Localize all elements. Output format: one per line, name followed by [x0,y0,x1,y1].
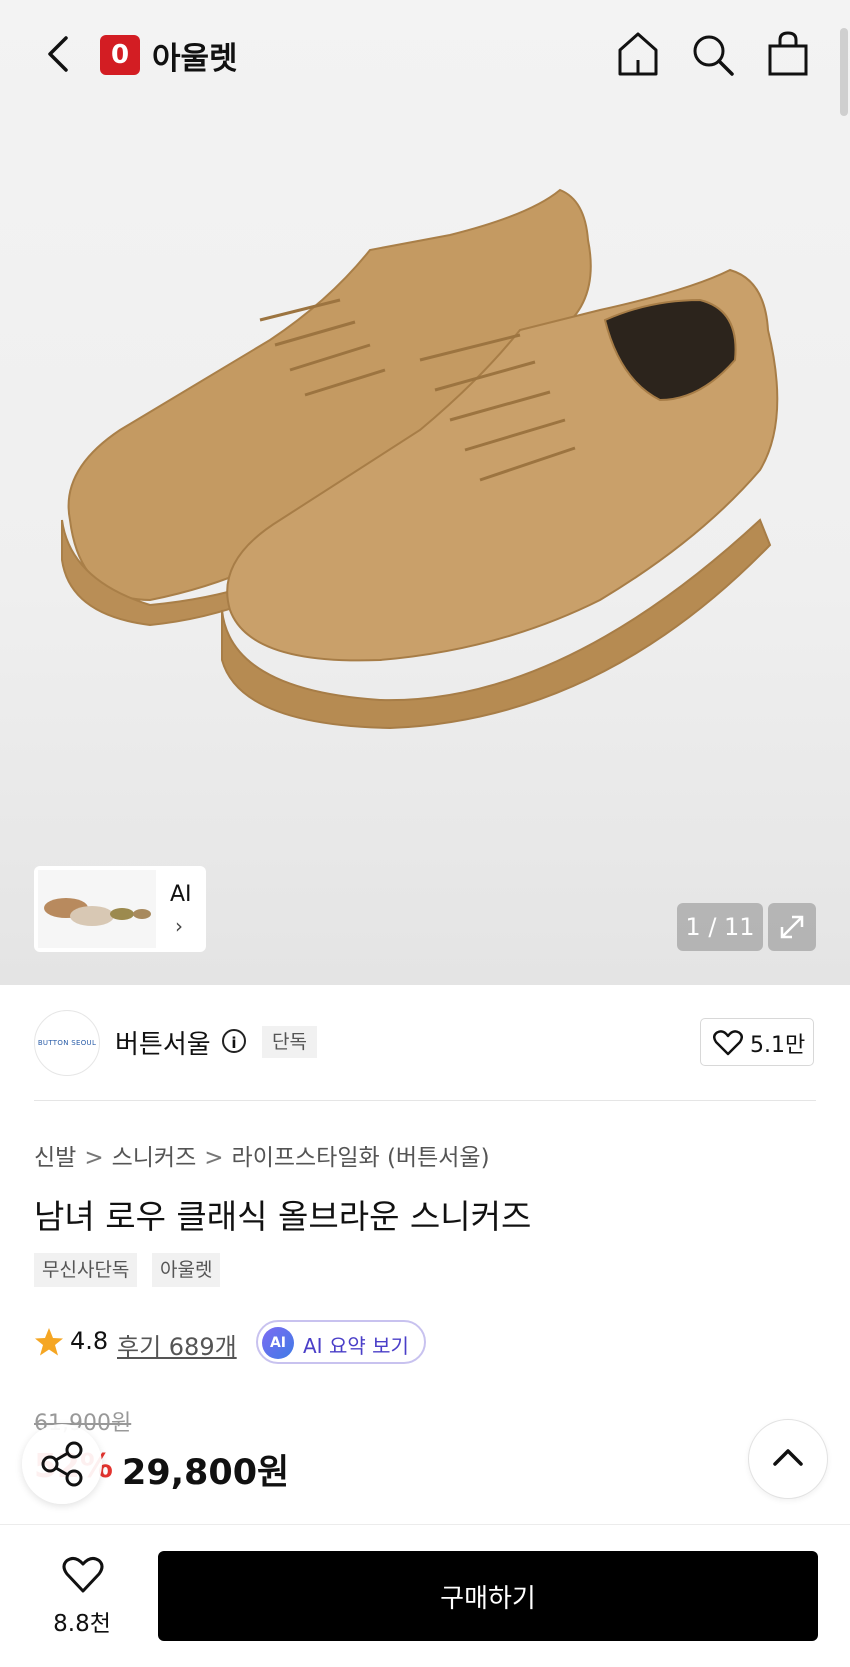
scrollbar-thumb[interactable] [840,28,848,116]
review-link[interactable]: 후기 689개 [117,1327,237,1362]
product-title: 남녀 로우 클래식 올브라운 스니커즈 [34,1197,532,1236]
store-name[interactable]: 아울렛 [152,33,238,78]
ai-badge-icon: AI [262,1327,294,1359]
image-page-counter: 1 / 11 [677,903,763,951]
buy-button[interactable]: 구매하기 [158,1551,818,1641]
star-icon [34,1327,64,1361]
back-arrow-icon[interactable] [40,34,76,74]
expand-icon[interactable] [768,903,816,951]
wishlist-count: 8.8천 [53,1611,111,1637]
share-button[interactable] [22,1424,102,1504]
chevron-right-icon: › [175,914,183,938]
exclusive-tag: 단독 [262,1026,317,1058]
ai-thumbnail-button[interactable] [34,866,206,952]
rating-value: 4.8 [70,1327,109,1355]
sale-price: 29,800원 [122,1453,290,1493]
shopping-bag-icon[interactable] [766,30,810,78]
search-icon[interactable] [690,32,736,78]
ai-summary-label: AI 요약 보기 [303,1334,409,1358]
breadcrumb-separator: > [204,1145,224,1171]
breadcrumb: 신발 > 스니커즈 > 라이프스타일화 (버튼서울) [34,1138,490,1172]
scroll-to-top-button[interactable] [748,1419,828,1499]
info-icon[interactable]: i [222,1029,246,1053]
store-logo-badge[interactable]: 0 [100,35,140,75]
heart-icon [713,1030,743,1060]
product-tag: 아울렛 [152,1253,221,1287]
chevron-up-icon [773,1449,803,1466]
brand-name[interactable]: 버튼서울 [115,1024,211,1061]
product-tag: 무신사단독 [34,1253,138,1287]
ai-thumbnail-label: AI [170,882,192,907]
breadcrumb-item[interactable]: 라이프스타일화 (버튼서울) [232,1145,490,1171]
share-icon [41,1441,83,1487]
wishlist-heart-icon[interactable] [62,1556,104,1598]
divider [34,1100,816,1101]
product-image-gallery[interactable]: 0 아울렛 AI › 1 / 11 [0,0,850,985]
ai-thumbnail-image [38,870,156,948]
brand-like-count: 5.1만 [750,1033,806,1058]
home-icon[interactable] [616,30,660,78]
breadcrumb-item[interactable]: 스니커즈 [112,1145,197,1171]
brand-logo[interactable]: BUTTON SEOUL [34,1010,100,1076]
breadcrumb-separator: > [84,1145,104,1171]
product-photo [61,188,779,730]
breadcrumb-item[interactable]: 신발 [34,1145,76,1171]
